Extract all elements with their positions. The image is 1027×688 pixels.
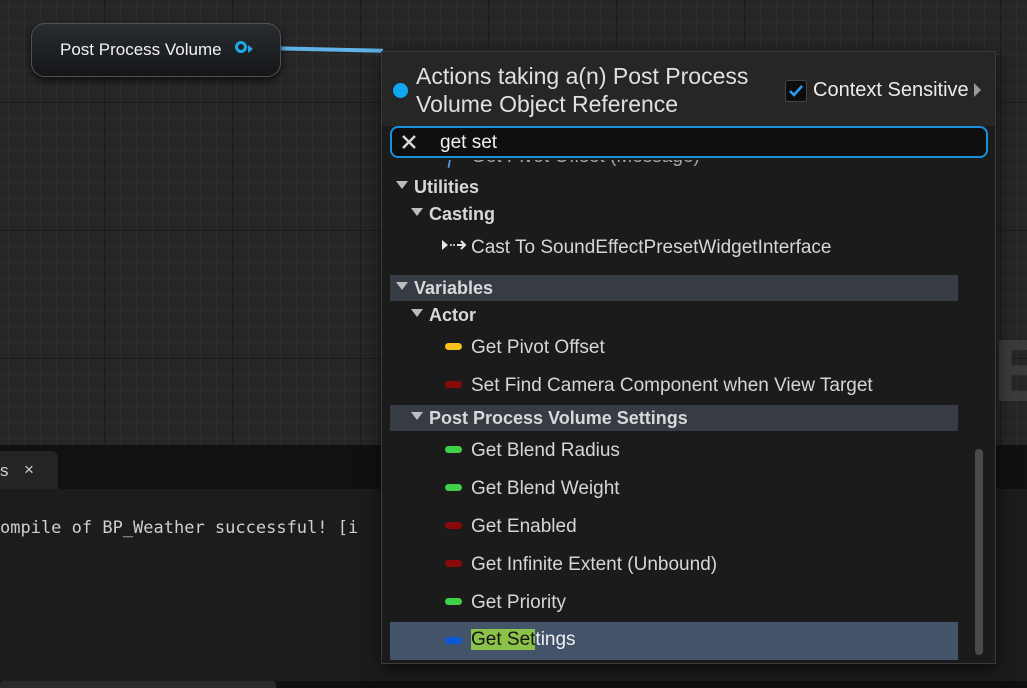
struct-pin-icon (445, 637, 462, 644)
close-x-icon[interactable] (400, 133, 418, 151)
search-input[interactable] (438, 130, 962, 156)
list-item-get-blend-radius[interactable]: Get Blend Radius (390, 431, 966, 469)
bool-pin-icon (445, 560, 462, 567)
real-pin-icon (445, 484, 462, 491)
checkmark-icon (789, 85, 803, 97)
list-item-label: Get Priority (471, 592, 567, 613)
category-label: Actor (429, 305, 477, 325)
log-line: ompile of BP_Weather successful! [i (0, 518, 359, 538)
list-item-label: Get Blend Radius (471, 440, 620, 461)
triangle-down-icon (396, 282, 408, 290)
object-pin-icon[interactable] (235, 41, 247, 53)
real-pin-icon (445, 598, 462, 605)
cast-arrow-icon (442, 240, 467, 250)
bottom-toolbar-button[interactable] (0, 681, 276, 688)
pin-arrow-icon (248, 45, 253, 53)
triangle-down-icon (396, 181, 408, 189)
list-item-get-blend-weight[interactable]: Get Blend Weight (390, 469, 966, 507)
category-ppv-settings[interactable]: Post Process Volume Settings (390, 405, 966, 431)
context-sensitive-checkbox[interactable] (785, 80, 807, 102)
list-item-label: Get Pivot Offset (471, 337, 605, 358)
list-item-get-enabled[interactable]: Get Enabled (390, 507, 966, 545)
background-letter: E (993, 321, 1027, 420)
triangle-right-icon[interactable] (974, 83, 981, 97)
category-label: Casting (429, 204, 496, 224)
list-item-label-rest: tings (535, 629, 576, 650)
action-menu: Actions taking a(n) Post Process Volume … (381, 51, 996, 664)
list-item-label: Get Settings (471, 629, 576, 651)
float-pin-icon (445, 343, 462, 350)
list-item-label: Set Find Camera Component when View Targ… (471, 375, 873, 396)
list-item-get-infinite-extent[interactable]: Get Infinite Extent (Unbound) (390, 545, 966, 583)
category-label: Utilities (414, 177, 480, 197)
triangle-down-icon (411, 412, 423, 420)
function-icon: ƒ (445, 160, 456, 169)
search-box[interactable] (390, 126, 988, 158)
real-pin-icon (445, 446, 462, 453)
list-item-get-pivot-offset[interactable]: Get Pivot Offset (390, 328, 966, 366)
list-item-get-priority[interactable]: Get Priority (390, 583, 966, 621)
list-item-label: Get Infinite Extent (Unbound) (471, 554, 718, 575)
log-tab[interactable]: s × (0, 451, 58, 489)
list-item-set-find-camera[interactable]: Set Find Camera Component when View Targ… (390, 366, 966, 404)
action-list[interactable]: ƒ Get Pivot Offset (Message) Utilities C… (390, 160, 966, 660)
context-sensitive-label: Context Sensitive (813, 79, 969, 101)
category-label: Variables (414, 278, 494, 298)
post-process-volume-node[interactable]: Post Process Volume (31, 23, 281, 77)
list-item-get-settings[interactable]: Get Settings (390, 622, 966, 660)
node-title: Post Process Volume (60, 40, 222, 59)
list-item-label: Cast To SoundEffectPresetWidgetInterface (471, 237, 832, 258)
bool-pin-icon (445, 522, 462, 529)
object-type-icon (393, 83, 408, 98)
menu-title: Actions taking a(n) Post Process Volume … (416, 63, 749, 117)
category-utilities[interactable]: Utilities (390, 174, 966, 200)
log-tab-label: s (0, 461, 9, 480)
close-icon[interactable]: × (24, 460, 34, 480)
menu-header: Actions taking a(n) Post Process Volume … (382, 52, 995, 126)
list-item-partial[interactable]: ƒ Get Pivot Offset (Message) (390, 160, 966, 168)
category-label: Post Process Volume Settings (429, 408, 688, 428)
bool-pin-icon (445, 381, 462, 388)
list-item-cast[interactable]: Cast To SoundEffectPresetWidgetInterface (390, 228, 966, 266)
list-item-label: Get Pivot Offset (Message) (471, 160, 700, 168)
list-item-label: Get Blend Weight (471, 478, 620, 499)
category-casting[interactable]: Casting (390, 201, 966, 227)
triangle-down-icon (411, 208, 423, 216)
triangle-down-icon (411, 309, 423, 317)
scrollbar-thumb[interactable] (975, 449, 983, 655)
list-item-label: Get Enabled (471, 516, 577, 537)
category-variables[interactable]: Variables (390, 275, 966, 301)
category-actor[interactable]: Actor (390, 302, 966, 328)
search-match-highlight: Get Set (471, 629, 536, 650)
